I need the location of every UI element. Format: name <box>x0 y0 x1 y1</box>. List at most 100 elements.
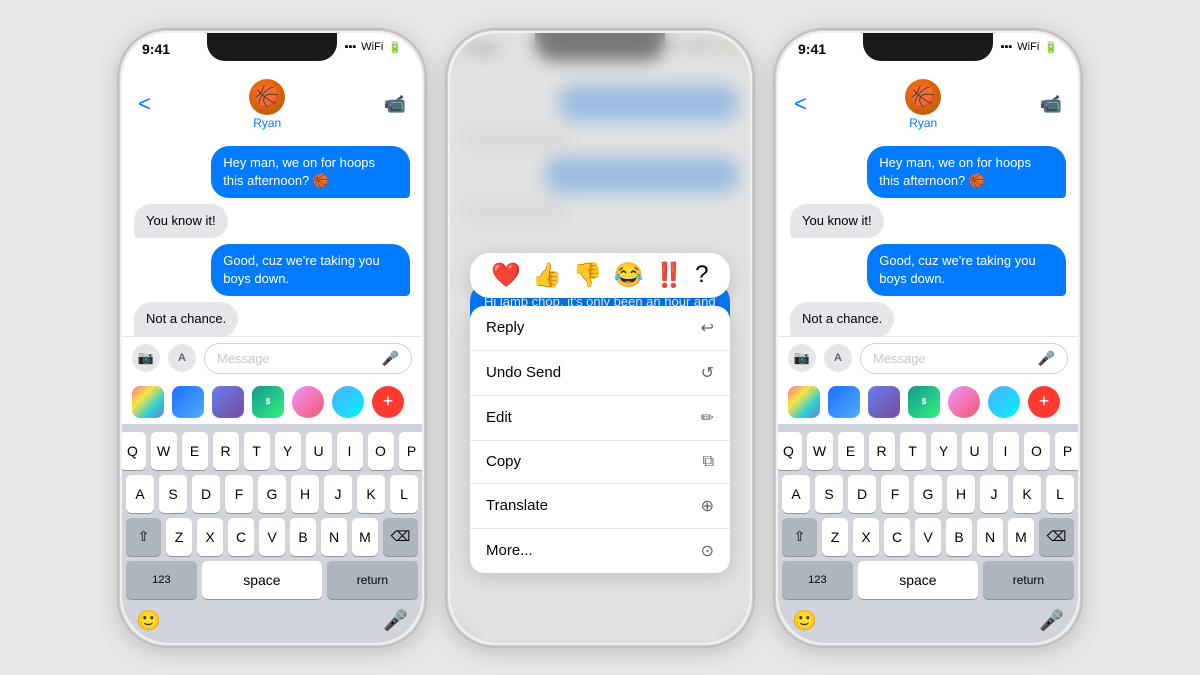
key-l-right[interactable]: L <box>1046 475 1074 513</box>
key-z-left[interactable]: Z <box>166 518 192 556</box>
video-button-right[interactable]: 📹 <box>1040 94 1062 115</box>
key-o-left[interactable]: O <box>368 432 394 470</box>
numbers-key-right[interactable]: 123 <box>782 561 853 599</box>
audio-icon-right[interactable] <box>868 386 900 418</box>
key-r-right[interactable]: R <box>869 432 895 470</box>
key-g-right[interactable]: G <box>914 475 942 513</box>
key-t-left[interactable]: T <box>244 432 270 470</box>
key-p-left[interactable]: P <box>399 432 423 470</box>
space-key-left[interactable]: space <box>202 561 322 599</box>
key-m-right[interactable]: M <box>1008 518 1034 556</box>
context-more[interactable]: More... ⊙ <box>470 529 730 573</box>
reaction-question[interactable]: ? <box>695 261 708 289</box>
return-key-left[interactable]: return <box>327 561 418 599</box>
key-k-right[interactable]: K <box>1013 475 1041 513</box>
contact-name-right[interactable]: Ryan <box>909 116 937 130</box>
key-s-left[interactable]: S <box>159 475 187 513</box>
key-w-left[interactable]: W <box>151 432 177 470</box>
key-t-right[interactable]: T <box>900 432 926 470</box>
appstore-icon-right[interactable] <box>828 386 860 418</box>
key-j-left[interactable]: J <box>324 475 352 513</box>
key-c-right[interactable]: C <box>884 518 910 556</box>
context-translate[interactable]: Translate ⊕ <box>470 484 730 529</box>
video-button-left[interactable]: 📹 <box>384 94 406 115</box>
cash-icon-left[interactable]: $ <box>252 386 284 418</box>
key-i-left[interactable]: I <box>337 432 363 470</box>
context-reply[interactable]: Reply ↩ <box>470 306 730 351</box>
dictation-icon-left[interactable]: 🎤 <box>383 608 408 633</box>
memoji1-icon-left[interactable] <box>292 386 324 418</box>
key-d-left[interactable]: D <box>192 475 220 513</box>
backspace-key-left[interactable]: ⌫ <box>383 518 418 556</box>
key-q-right[interactable]: Q <box>778 432 802 470</box>
context-undo-send[interactable]: Undo Send ↺ <box>470 351 730 396</box>
camera-icon-right[interactable]: 📷 <box>788 344 816 372</box>
key-k-left[interactable]: K <box>357 475 385 513</box>
back-button-right[interactable]: < <box>794 91 807 117</box>
key-y-left[interactable]: Y <box>275 432 301 470</box>
contact-name-left[interactable]: Ryan <box>253 116 281 130</box>
reaction-thumbsdown[interactable]: 👎 <box>573 261 603 290</box>
key-n-right[interactable]: N <box>977 518 1003 556</box>
more-app-icon-right[interactable]: + <box>1028 386 1060 418</box>
key-e-right[interactable]: E <box>838 432 864 470</box>
memoji1-icon-right[interactable] <box>948 386 980 418</box>
shift-key-left[interactable]: ⇧ <box>126 518 161 556</box>
message-input-left[interactable]: Message 🎤 <box>204 343 412 374</box>
key-f-right[interactable]: F <box>881 475 909 513</box>
photos-app-icon-left[interactable] <box>132 386 164 418</box>
key-s-right[interactable]: S <box>815 475 843 513</box>
key-h-left[interactable]: H <box>291 475 319 513</box>
message-input-right[interactable]: Message 🎤 <box>860 343 1068 374</box>
key-q-left[interactable]: Q <box>122 432 146 470</box>
shift-key-right[interactable]: ⇧ <box>782 518 817 556</box>
appstore-icon-left[interactable] <box>172 386 204 418</box>
key-y-right[interactable]: Y <box>931 432 957 470</box>
context-edit[interactable]: Edit ✏ <box>470 396 730 441</box>
key-m-left[interactable]: M <box>352 518 378 556</box>
memoji2-icon-right[interactable] <box>988 386 1020 418</box>
return-key-right[interactable]: return <box>983 561 1074 599</box>
emoji-icon-left[interactable]: 🙂 <box>136 608 161 633</box>
key-x-left[interactable]: X <box>197 518 223 556</box>
backspace-key-right[interactable]: ⌫ <box>1039 518 1074 556</box>
key-r-left[interactable]: R <box>213 432 239 470</box>
reaction-laugh[interactable]: 😂 <box>614 261 644 290</box>
audio-icon-left[interactable] <box>212 386 244 418</box>
more-app-icon-left[interactable]: + <box>372 386 404 418</box>
key-p-right[interactable]: P <box>1055 432 1079 470</box>
numbers-key-left[interactable]: 123 <box>126 561 197 599</box>
key-e-left[interactable]: E <box>182 432 208 470</box>
reaction-heart[interactable]: ❤️ <box>491 261 521 290</box>
key-b-right[interactable]: B <box>946 518 972 556</box>
key-f-left[interactable]: F <box>225 475 253 513</box>
aa-icon-left[interactable]: A <box>168 344 196 372</box>
key-u-right[interactable]: U <box>962 432 988 470</box>
key-v-left[interactable]: V <box>259 518 285 556</box>
key-h-right[interactable]: H <box>947 475 975 513</box>
key-u-left[interactable]: U <box>306 432 332 470</box>
photos-app-icon-right[interactable] <box>788 386 820 418</box>
aa-icon-right[interactable]: A <box>824 344 852 372</box>
space-key-right[interactable]: space <box>858 561 978 599</box>
emoji-icon-right[interactable]: 🙂 <box>792 608 817 633</box>
key-n-left[interactable]: N <box>321 518 347 556</box>
key-d-right[interactable]: D <box>848 475 876 513</box>
back-button-left[interactable]: < <box>138 91 151 117</box>
key-i-right[interactable]: I <box>993 432 1019 470</box>
key-z-right[interactable]: Z <box>822 518 848 556</box>
key-g-left[interactable]: G <box>258 475 286 513</box>
key-l-left[interactable]: L <box>390 475 418 513</box>
reaction-exclaim[interactable]: ‼️ <box>654 261 684 290</box>
context-copy[interactable]: Copy ⧉ <box>470 441 730 484</box>
key-c-left[interactable]: C <box>228 518 254 556</box>
key-a-right[interactable]: A <box>782 475 810 513</box>
key-w-right[interactable]: W <box>807 432 833 470</box>
reaction-thumbsup[interactable]: 👍 <box>532 261 562 290</box>
key-j-right[interactable]: J <box>980 475 1008 513</box>
cash-icon-right[interactable]: $ <box>908 386 940 418</box>
camera-icon-left[interactable]: 📷 <box>132 344 160 372</box>
key-v-right[interactable]: V <box>915 518 941 556</box>
key-b-left[interactable]: B <box>290 518 316 556</box>
key-a-left[interactable]: A <box>126 475 154 513</box>
